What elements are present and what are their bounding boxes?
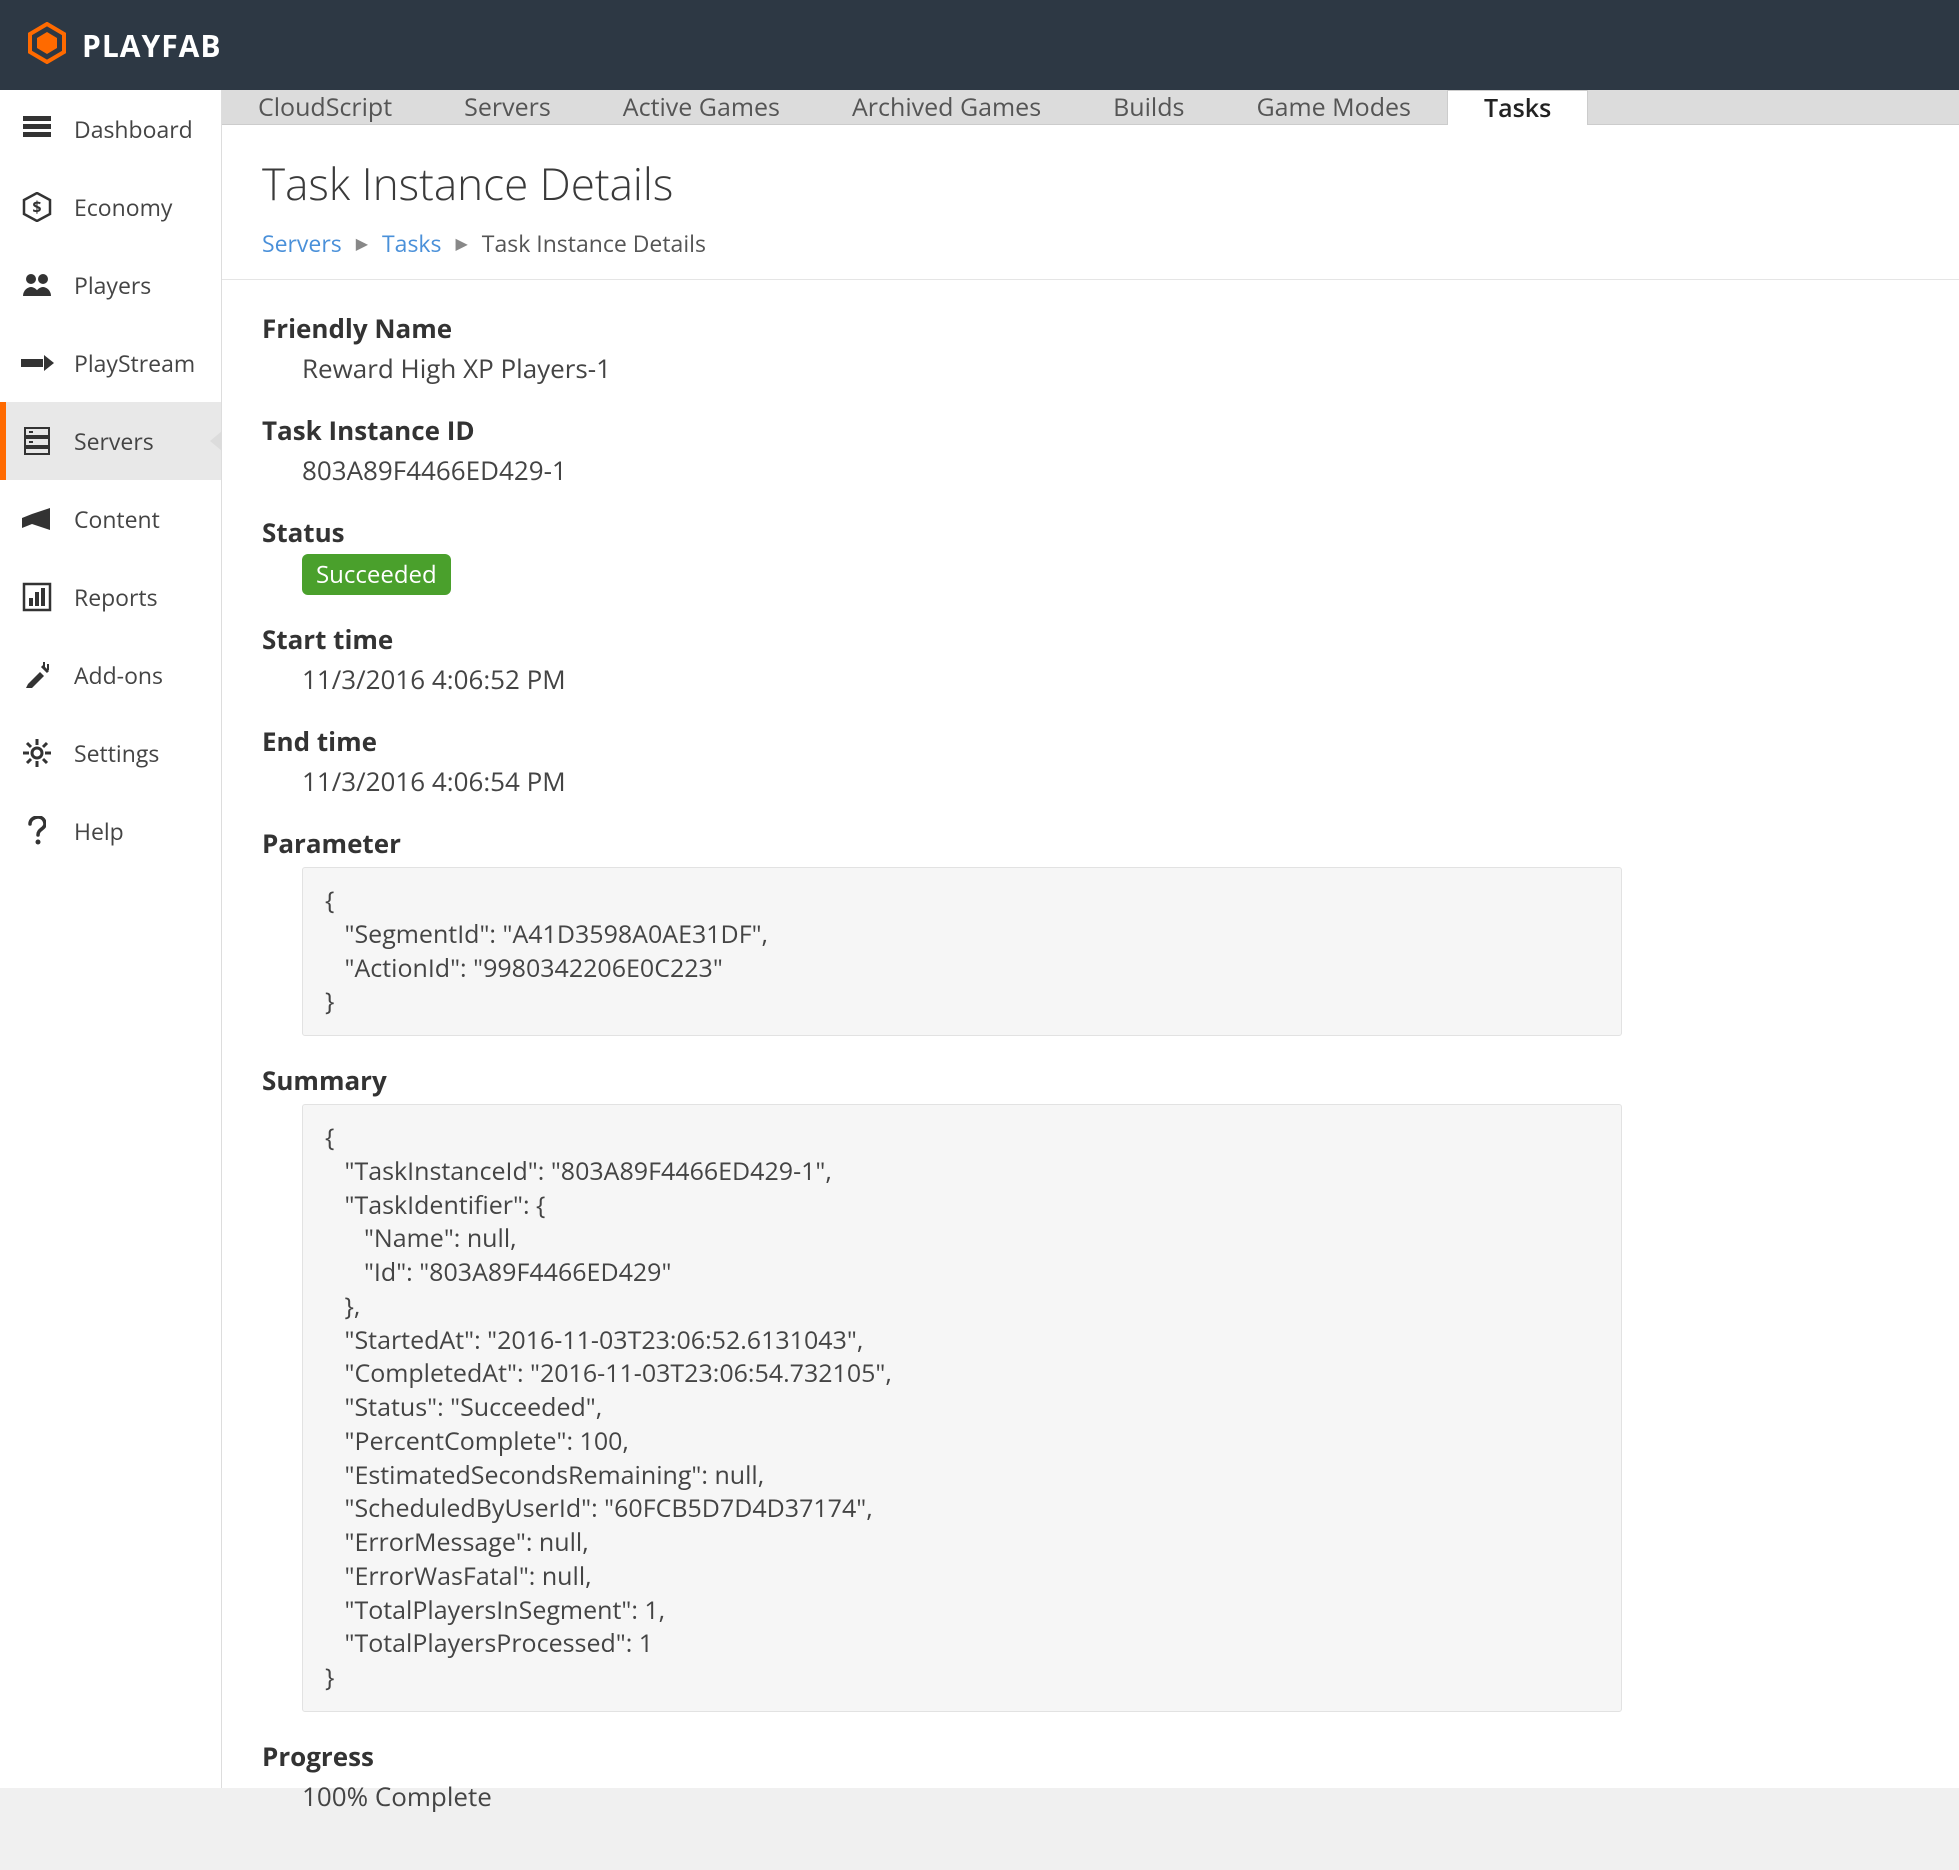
sidebar-item-label: Add-ons (74, 659, 163, 691)
content: Friendly Name Reward High XP Players-1 T… (222, 280, 1959, 1870)
tab-builds[interactable]: Builds (1077, 90, 1220, 124)
help-icon (20, 816, 54, 846)
playstream-icon (20, 352, 54, 374)
tabbar: CloudScript Servers Active Games Archive… (222, 90, 1959, 125)
tab-active-games[interactable]: Active Games (587, 90, 816, 124)
tab-label: Game Modes (1256, 90, 1411, 124)
field-label: Friendly Name (262, 310, 1919, 346)
tab-label: Tasks (1484, 91, 1551, 125)
chevron-right-icon: ▶ (455, 232, 467, 254)
status-badge: Succeeded (302, 554, 451, 595)
field-label: Start time (262, 621, 1919, 657)
sidebar-item-players[interactable]: Players (0, 246, 221, 324)
field-label: Status (262, 514, 1919, 550)
sidebar-item-dashboard[interactable]: Dashboard (0, 90, 221, 168)
content-icon (20, 506, 54, 532)
breadcrumb-current: Task Instance Details (482, 227, 706, 259)
parameter-code-block: { "SegmentId": "A41D3598A0AE31DF", "Acti… (302, 867, 1622, 1036)
field-label: Progress (262, 1738, 1919, 1774)
svg-text:$: $ (32, 196, 41, 218)
tab-label: CloudScript (258, 90, 392, 124)
page-title: Task Instance Details (262, 153, 1919, 213)
field-end-time: End time 11/3/2016 4:06:54 PM (262, 723, 1919, 799)
tab-label: Builds (1113, 90, 1184, 124)
field-summary: Summary { "TaskInstanceId": "803A89F4466… (262, 1062, 1919, 1712)
addons-icon (20, 660, 54, 690)
sidebar-item-content[interactable]: Content (0, 480, 221, 558)
field-value: 11/3/2016 4:06:52 PM (262, 661, 1919, 697)
field-friendly-name: Friendly Name Reward High XP Players-1 (262, 310, 1919, 386)
brand-name: PLAYFAB (82, 25, 222, 66)
field-label: End time (262, 723, 1919, 759)
tab-label: Active Games (623, 90, 780, 124)
sidebar-item-playstream[interactable]: PlayStream (0, 324, 221, 402)
field-label: Task Instance ID (262, 412, 1919, 448)
sidebar: Dashboard $ Economy Players PlayStream S… (0, 90, 222, 1788)
summary-code-block: { "TaskInstanceId": "803A89F4466ED429-1"… (302, 1104, 1622, 1712)
tab-cloudscript[interactable]: CloudScript (222, 90, 428, 124)
settings-icon (20, 738, 54, 768)
sidebar-item-economy[interactable]: $ Economy (0, 168, 221, 246)
field-status: Status Succeeded (262, 514, 1919, 595)
field-task-instance-id: Task Instance ID 803A89F4466ED429-1 (262, 412, 1919, 488)
breadcrumb-servers-link[interactable]: Servers (262, 227, 342, 259)
sidebar-item-label: PlayStream (74, 347, 195, 379)
playfab-logo-icon (26, 22, 68, 69)
sidebar-item-label: Reports (74, 581, 158, 613)
field-value: 100% Complete (262, 1778, 1919, 1814)
field-label: Summary (262, 1062, 1919, 1098)
field-value: 803A89F4466ED429-1 (262, 452, 1919, 488)
tab-label: Servers (464, 90, 551, 124)
tab-servers[interactable]: Servers (428, 90, 587, 124)
page-header: Task Instance Details Servers ▶ Tasks ▶ … (222, 125, 1959, 280)
reports-icon (20, 582, 54, 612)
tab-tasks[interactable]: Tasks (1447, 90, 1588, 125)
brand-logo[interactable]: PLAYFAB (26, 22, 222, 69)
field-progress: Progress 100% Complete (262, 1738, 1919, 1814)
servers-icon (20, 426, 54, 456)
breadcrumb: Servers ▶ Tasks ▶ Task Instance Details (262, 227, 1919, 259)
field-parameter: Parameter { "SegmentId": "A41D3598A0AE31… (262, 825, 1919, 1036)
sidebar-item-addons[interactable]: Add-ons (0, 636, 221, 714)
field-value: Reward High XP Players-1 (262, 350, 1919, 386)
sidebar-item-settings[interactable]: Settings (0, 714, 221, 792)
economy-icon: $ (20, 192, 54, 222)
field-value: Succeeded (262, 554, 1919, 595)
tab-label: Archived Games (852, 90, 1041, 124)
sidebar-item-reports[interactable]: Reports (0, 558, 221, 636)
breadcrumb-tasks-link[interactable]: Tasks (382, 227, 441, 259)
chevron-right-icon: ▶ (356, 232, 368, 254)
sidebar-item-label: Servers (74, 425, 154, 457)
field-value: 11/3/2016 4:06:54 PM (262, 763, 1919, 799)
topbar: PLAYFAB (0, 0, 1959, 90)
sidebar-item-label: Help (74, 815, 124, 847)
sidebar-item-label: Content (74, 503, 160, 535)
players-icon (20, 272, 54, 298)
sidebar-item-label: Economy (74, 191, 172, 223)
sidebar-item-label: Dashboard (74, 113, 193, 145)
dashboard-icon (20, 115, 54, 143)
tab-archived-games[interactable]: Archived Games (816, 90, 1077, 124)
sidebar-item-label: Settings (74, 737, 159, 769)
sidebar-item-servers[interactable]: Servers (0, 402, 221, 480)
sidebar-item-label: Players (74, 269, 151, 301)
field-label: Parameter (262, 825, 1919, 861)
sidebar-item-help[interactable]: Help (0, 792, 221, 870)
field-start-time: Start time 11/3/2016 4:06:52 PM (262, 621, 1919, 697)
tab-game-modes[interactable]: Game Modes (1220, 90, 1447, 124)
